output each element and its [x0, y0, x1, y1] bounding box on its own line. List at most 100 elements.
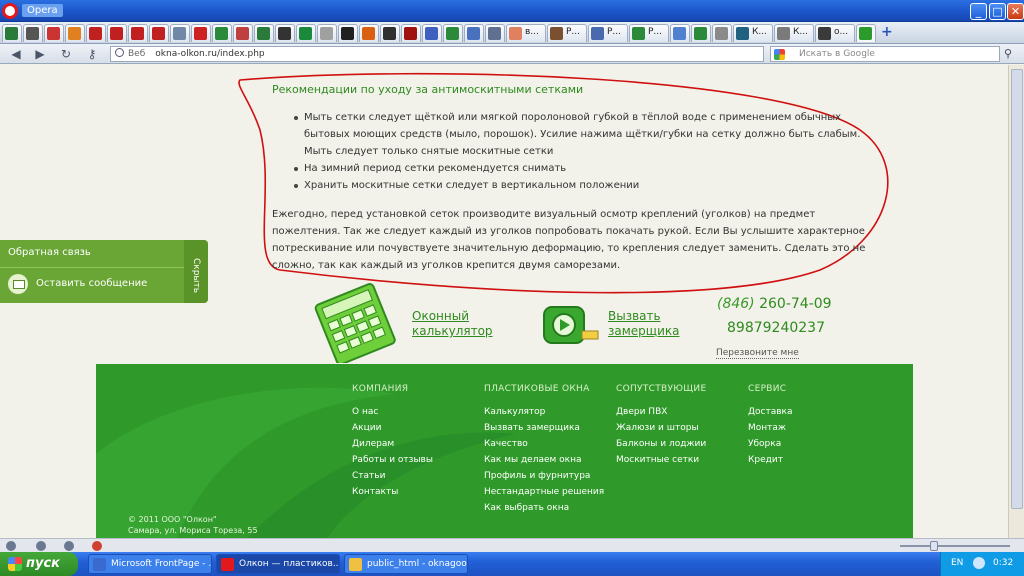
tab-15[interactable] — [317, 24, 337, 42]
tab-2[interactable] — [44, 24, 64, 42]
tab-26[interactable]: Р... — [588, 24, 628, 42]
maximize-button[interactable]: □ — [989, 3, 1006, 20]
tab-12[interactable] — [254, 24, 274, 42]
back-icon[interactable]: ◀ — [8, 46, 24, 62]
search-input[interactable]: Искать в Google — [770, 46, 1000, 62]
scrollbar-thumb[interactable] — [1011, 69, 1023, 509]
zoom-slider-knob[interactable] — [930, 541, 938, 551]
footer-link[interactable]: Монтаж — [748, 420, 793, 436]
tab-21[interactable] — [443, 24, 463, 42]
tab-16[interactable] — [338, 24, 358, 42]
footer-link[interactable]: Как выбрать окна — [484, 500, 604, 516]
tab-favicon-icon — [68, 27, 81, 40]
footer-link[interactable]: Работы и отзывы — [352, 452, 433, 468]
tab-33[interactable]: о... — [815, 24, 855, 42]
calculator-icon[interactable] — [310, 283, 406, 363]
tab-24[interactable]: в... — [506, 24, 546, 42]
vertical-scrollbar[interactable] — [1008, 65, 1024, 552]
tab-18[interactable] — [380, 24, 400, 42]
callback-link[interactable]: Перезвоните мне — [716, 348, 799, 359]
tab-9[interactable] — [191, 24, 211, 42]
tab-31[interactable]: К... — [733, 24, 773, 42]
tray-app-icon[interactable] — [973, 557, 985, 569]
tab-11[interactable] — [233, 24, 253, 42]
tab-28[interactable] — [670, 24, 690, 42]
taskbar-task[interactable]: Олкон — пластиков... — [216, 554, 340, 574]
opera-logo-icon[interactable] — [2, 3, 18, 19]
google-icon[interactable] — [774, 49, 785, 60]
search-icon[interactable]: ⚲ — [1004, 47, 1012, 60]
footer-link[interactable]: Калькулятор — [484, 404, 604, 420]
footer-link[interactable]: О нас — [352, 404, 433, 420]
footer-link[interactable]: Качество — [484, 436, 604, 452]
tape-measure-icon[interactable] — [540, 301, 600, 351]
footer-link[interactable]: Нестандартные решения — [484, 484, 604, 500]
tab-favicon-icon — [859, 27, 872, 40]
tab-10[interactable] — [212, 24, 232, 42]
footer-link[interactable]: Доставка — [748, 404, 793, 420]
tab-3[interactable] — [65, 24, 85, 42]
footer-link[interactable]: Как мы делаем окна — [484, 452, 604, 468]
taskbar-task[interactable]: Microsoft FrontPage - ... — [88, 554, 212, 574]
start-button[interactable]: пуск — [0, 552, 78, 576]
tab-30[interactable] — [712, 24, 732, 42]
tab-7[interactable] — [149, 24, 169, 42]
tab-23[interactable] — [485, 24, 505, 42]
close-button[interactable]: ✕ — [1007, 3, 1024, 20]
footer-link[interactable]: Акции — [352, 420, 433, 436]
reload-icon[interactable]: ↻ — [58, 46, 74, 62]
zoom-slider[interactable] — [900, 541, 1010, 551]
envelope-icon[interactable] — [8, 274, 28, 294]
footer-link[interactable]: Вызвать замерщика — [484, 420, 604, 436]
tab-8[interactable] — [170, 24, 190, 42]
tab-4[interactable] — [86, 24, 106, 42]
calculator-link[interactable]: Оконный калькулятор — [412, 309, 502, 339]
up-arrow-icon[interactable] — [64, 541, 74, 551]
tab-1[interactable] — [23, 24, 43, 42]
address-input[interactable]: Веб okna-olkon.ru/index.php — [110, 46, 764, 62]
tab-22[interactable] — [464, 24, 484, 42]
tab-0[interactable] — [2, 24, 22, 42]
footer-link[interactable]: Двери ПВХ — [616, 404, 706, 420]
footer-link[interactable]: Жалюзи и шторы — [616, 420, 706, 436]
tab-32[interactable]: К... — [774, 24, 814, 42]
footer-link[interactable]: Дилерам — [352, 436, 433, 452]
new-tab-button[interactable]: + — [881, 24, 893, 40]
window-title[interactable]: Opera — [22, 4, 63, 17]
tab-13[interactable] — [275, 24, 295, 42]
tab-29[interactable] — [691, 24, 711, 42]
tab-5[interactable] — [107, 24, 127, 42]
address-url: okna-olkon.ru/index.php — [155, 49, 265, 59]
tab-6[interactable] — [128, 24, 148, 42]
footer-link[interactable]: Балконы и лоджии — [616, 436, 706, 452]
language-indicator[interactable]: EN — [951, 558, 963, 568]
forward-icon[interactable]: ▶ — [32, 46, 48, 62]
cloud-icon[interactable] — [36, 541, 46, 551]
footer-link[interactable]: Кредит — [748, 452, 793, 468]
footer-link[interactable]: Контакты — [352, 484, 433, 500]
panel-icon[interactable] — [6, 541, 16, 551]
stop-icon[interactable] — [92, 541, 102, 551]
taskbar-task[interactable]: public_html - oknagoo... — [344, 554, 468, 574]
tab-17[interactable] — [359, 24, 379, 42]
tab-27[interactable]: Р... — [629, 24, 669, 42]
leave-message-link[interactable]: Оставить сообщение — [36, 278, 147, 289]
footer-column-heading: СЕРВИС — [748, 384, 787, 394]
hide-panel-button[interactable]: Скрыть — [184, 240, 208, 303]
call-measurer-link[interactable]: Вызвать замерщика — [608, 309, 698, 339]
footer-link[interactable]: Профиль и фурнитура — [484, 468, 604, 484]
footer-link[interactable]: Статьи — [352, 468, 433, 484]
tab-34[interactable] — [856, 24, 876, 42]
footer-column: СЕРВИС Доставка Монтаж Уборка Кредит — [748, 384, 793, 468]
feedback-title[interactable]: Обратная связь — [8, 247, 91, 258]
tab-25[interactable]: Р... — [547, 24, 587, 42]
tab-20[interactable] — [422, 24, 442, 42]
footer-link[interactable]: Уборка — [748, 436, 793, 452]
tab-favicon-icon — [446, 27, 459, 40]
footer-link[interactable]: Москитные сетки — [616, 452, 706, 468]
wand-icon[interactable]: ⚷ — [84, 46, 100, 62]
minimize-button[interactable]: _ — [970, 3, 987, 20]
tab-favicon-icon — [673, 27, 686, 40]
tab-14[interactable] — [296, 24, 316, 42]
tab-19[interactable] — [401, 24, 421, 42]
